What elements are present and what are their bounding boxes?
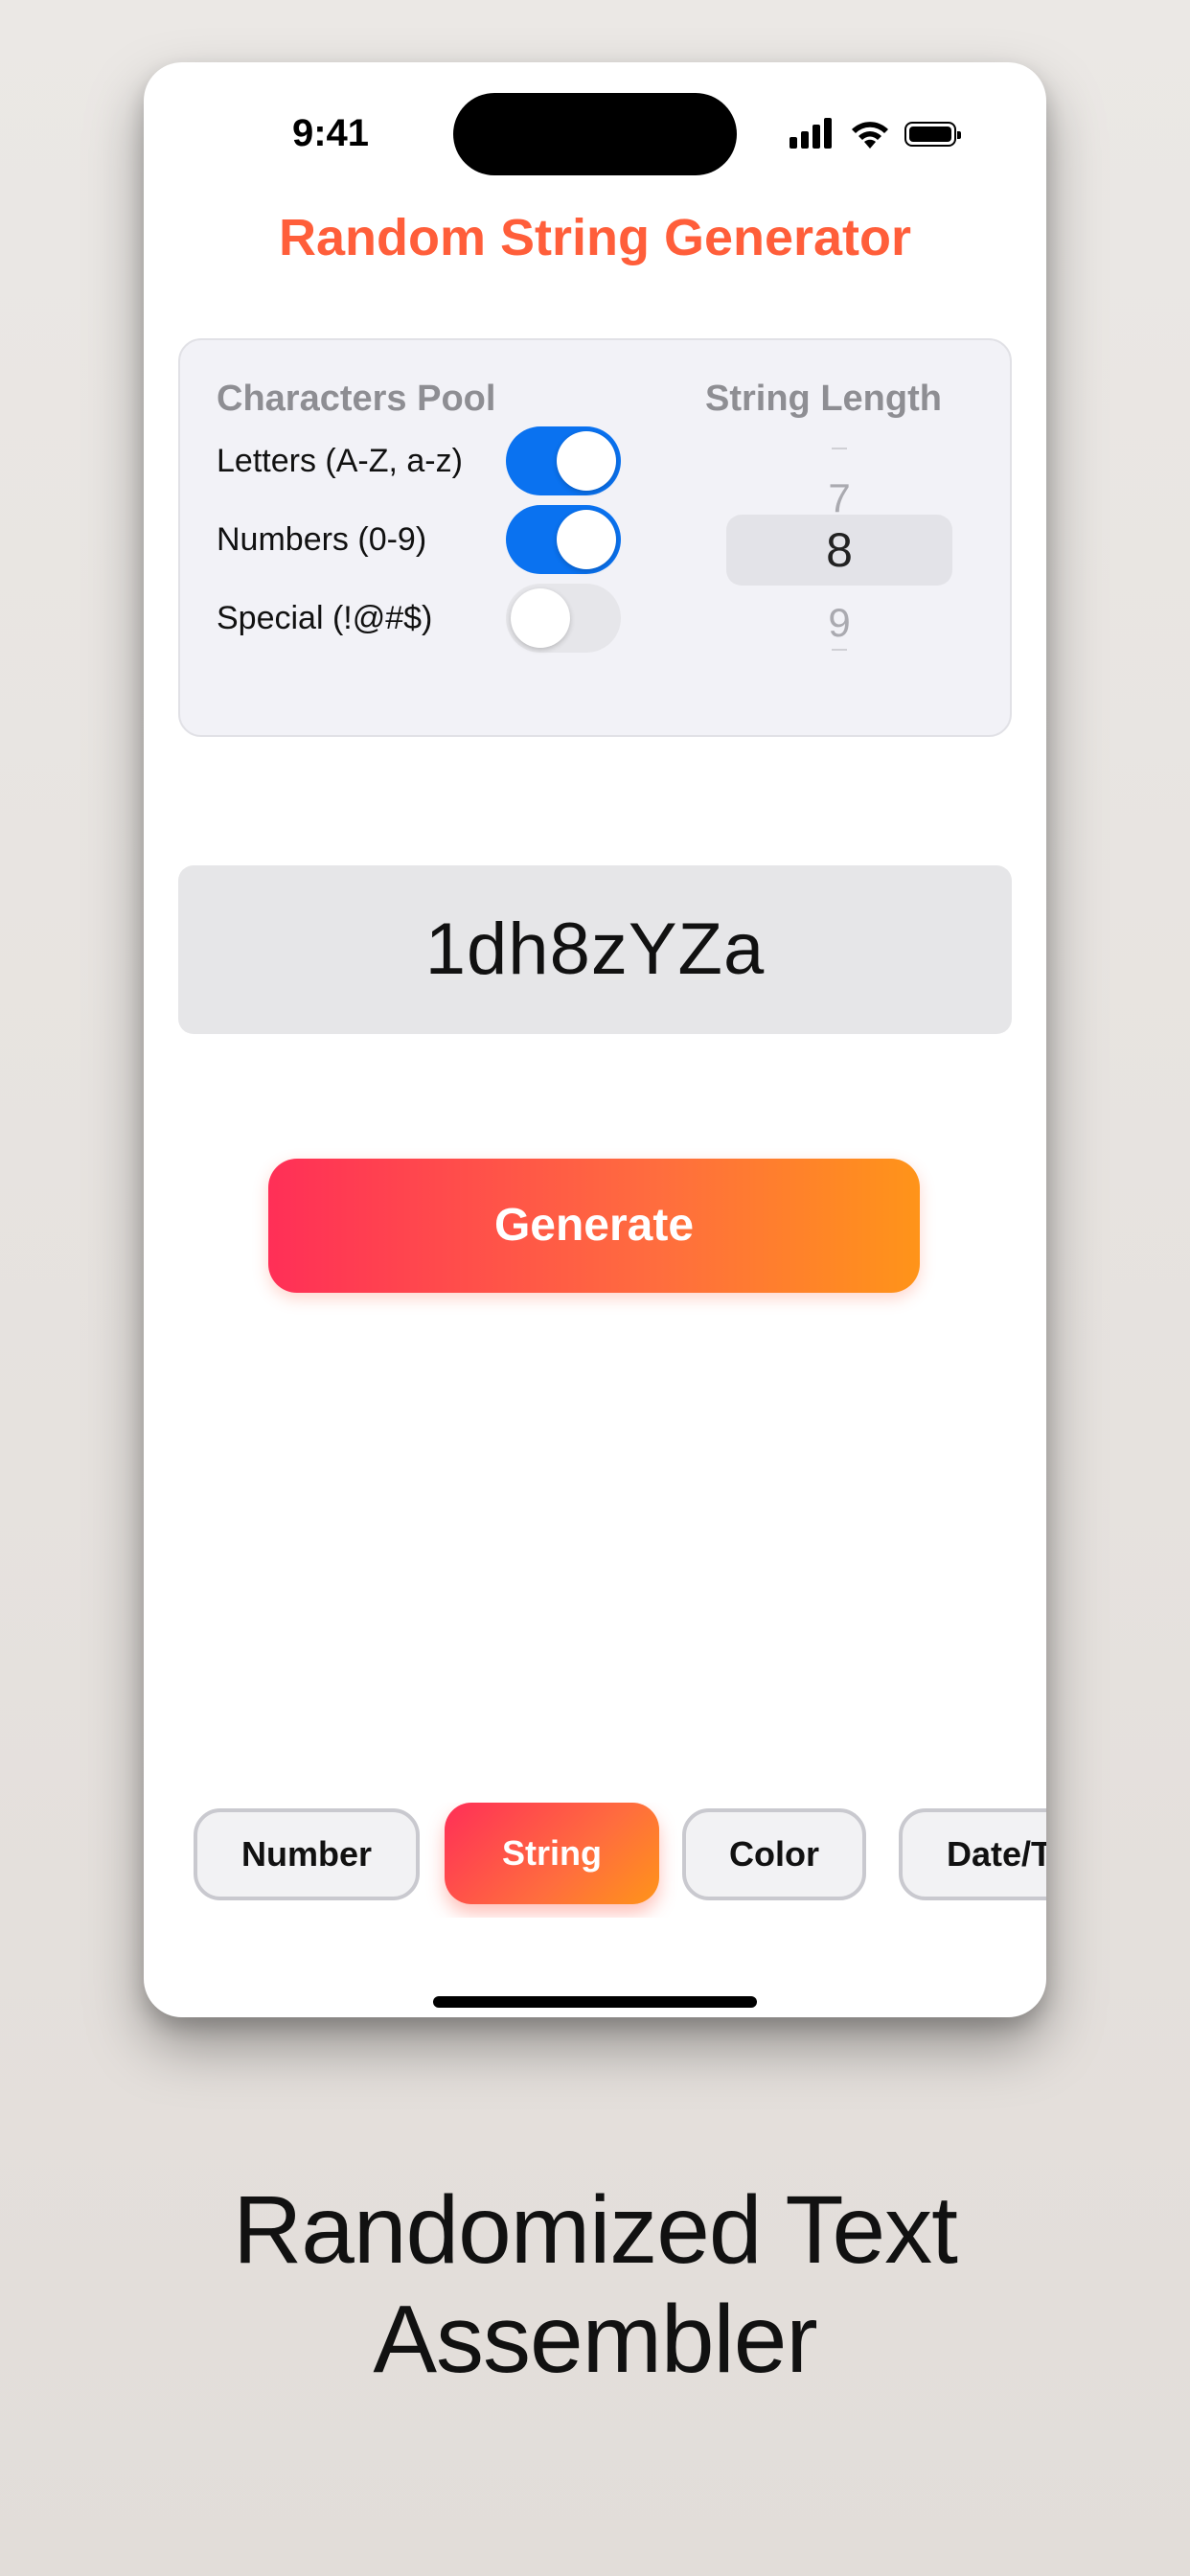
letters-toggle-switch[interactable]	[506, 426, 621, 495]
special-toggle-switch[interactable]	[506, 584, 621, 653]
tab-number[interactable]: Number	[194, 1808, 420, 1900]
special-toggle-row: Special (!@#$)	[217, 584, 638, 653]
home-indicator	[433, 1996, 757, 2008]
marketing-caption: Randomized Text Assembler	[0, 2175, 1190, 2394]
characters-pool-heading: Characters Pool	[217, 379, 496, 419]
dynamic-island	[453, 93, 737, 175]
numbers-toggle-label: Numbers (0-9)	[217, 521, 427, 558]
wifi-icon	[852, 122, 888, 149]
caption-line-2: Assembler	[373, 2286, 817, 2393]
app-title: Random String Generator	[278, 209, 912, 266]
numbers-toggle-row: Numbers (0-9)	[217, 505, 638, 574]
generator-tab-strip: Number String Color Date/T	[144, 1803, 1046, 1918]
cellular-signal-icon	[790, 118, 835, 149]
generate-button[interactable]: Generate	[268, 1159, 920, 1293]
generate-button-label: Generate	[493, 1200, 695, 1251]
letters-toggle-row: Letters (A-Z, a-z)	[217, 426, 638, 495]
picker-option-selected[interactable]: 8	[724, 522, 954, 578]
picker-option-next[interactable]: 9	[724, 599, 954, 647]
letters-toggle-label: Letters (A-Z, a-z)	[217, 443, 463, 479]
settings-card: Characters Pool String Length Letters (A…	[178, 338, 1012, 737]
status-icons	[790, 118, 981, 152]
result-display: 1dh8zYZa	[178, 865, 1012, 1034]
picker-option-previous[interactable]: 7	[724, 474, 954, 522]
tab-date-time[interactable]: Date/T	[899, 1808, 1046, 1900]
tab-string[interactable]: String	[445, 1803, 659, 1904]
generated-string: 1dh8zYZa	[424, 908, 766, 990]
string-length-heading: String Length	[705, 379, 942, 419]
status-time: 9:41	[291, 112, 370, 154]
caption-line-1: Randomized Text	[233, 2176, 958, 2284]
numbers-toggle-switch[interactable]	[506, 505, 621, 574]
tab-color[interactable]: Color	[682, 1808, 866, 1900]
special-toggle-label: Special (!@#$)	[217, 600, 433, 636]
string-length-picker[interactable]: 7 8 9	[724, 434, 954, 664]
phone-screen: 9:41 Random String Generator Characters …	[144, 62, 1046, 2017]
battery-icon	[904, 122, 961, 147]
